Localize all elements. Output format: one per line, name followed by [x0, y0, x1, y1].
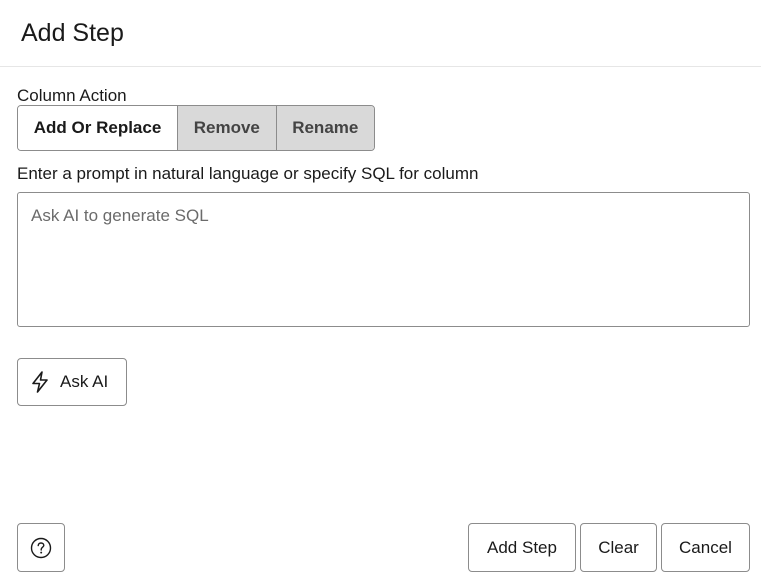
ask-ai-label: Ask AI [60, 372, 109, 391]
column-action-segmented-control: Add Or Replace Remove Rename [17, 105, 375, 151]
segment-rename[interactable]: Rename [275, 106, 374, 150]
add-step-dialog: Add Step Column Action Add Or Replace Re… [0, 0, 761, 585]
lightning-bolt-icon [31, 371, 49, 393]
ask-ai-button[interactable]: Ask AI [17, 358, 127, 406]
prompt-label: Enter a prompt in natural language or sp… [17, 164, 479, 183]
help-button[interactable] [17, 523, 65, 572]
clear-button[interactable]: Clear [580, 523, 657, 572]
segment-remove[interactable]: Remove [177, 106, 276, 150]
dialog-title: Add Step [21, 19, 124, 47]
column-action-label: Column Action [17, 86, 127, 105]
dialog-header: Add Step [0, 0, 761, 67]
cancel-button[interactable]: Cancel [661, 523, 750, 572]
question-circle-icon [30, 537, 52, 559]
add-step-button[interactable]: Add Step [468, 523, 576, 572]
segment-add-or-replace[interactable]: Add Or Replace [18, 106, 178, 150]
prompt-textarea[interactable] [17, 192, 750, 327]
